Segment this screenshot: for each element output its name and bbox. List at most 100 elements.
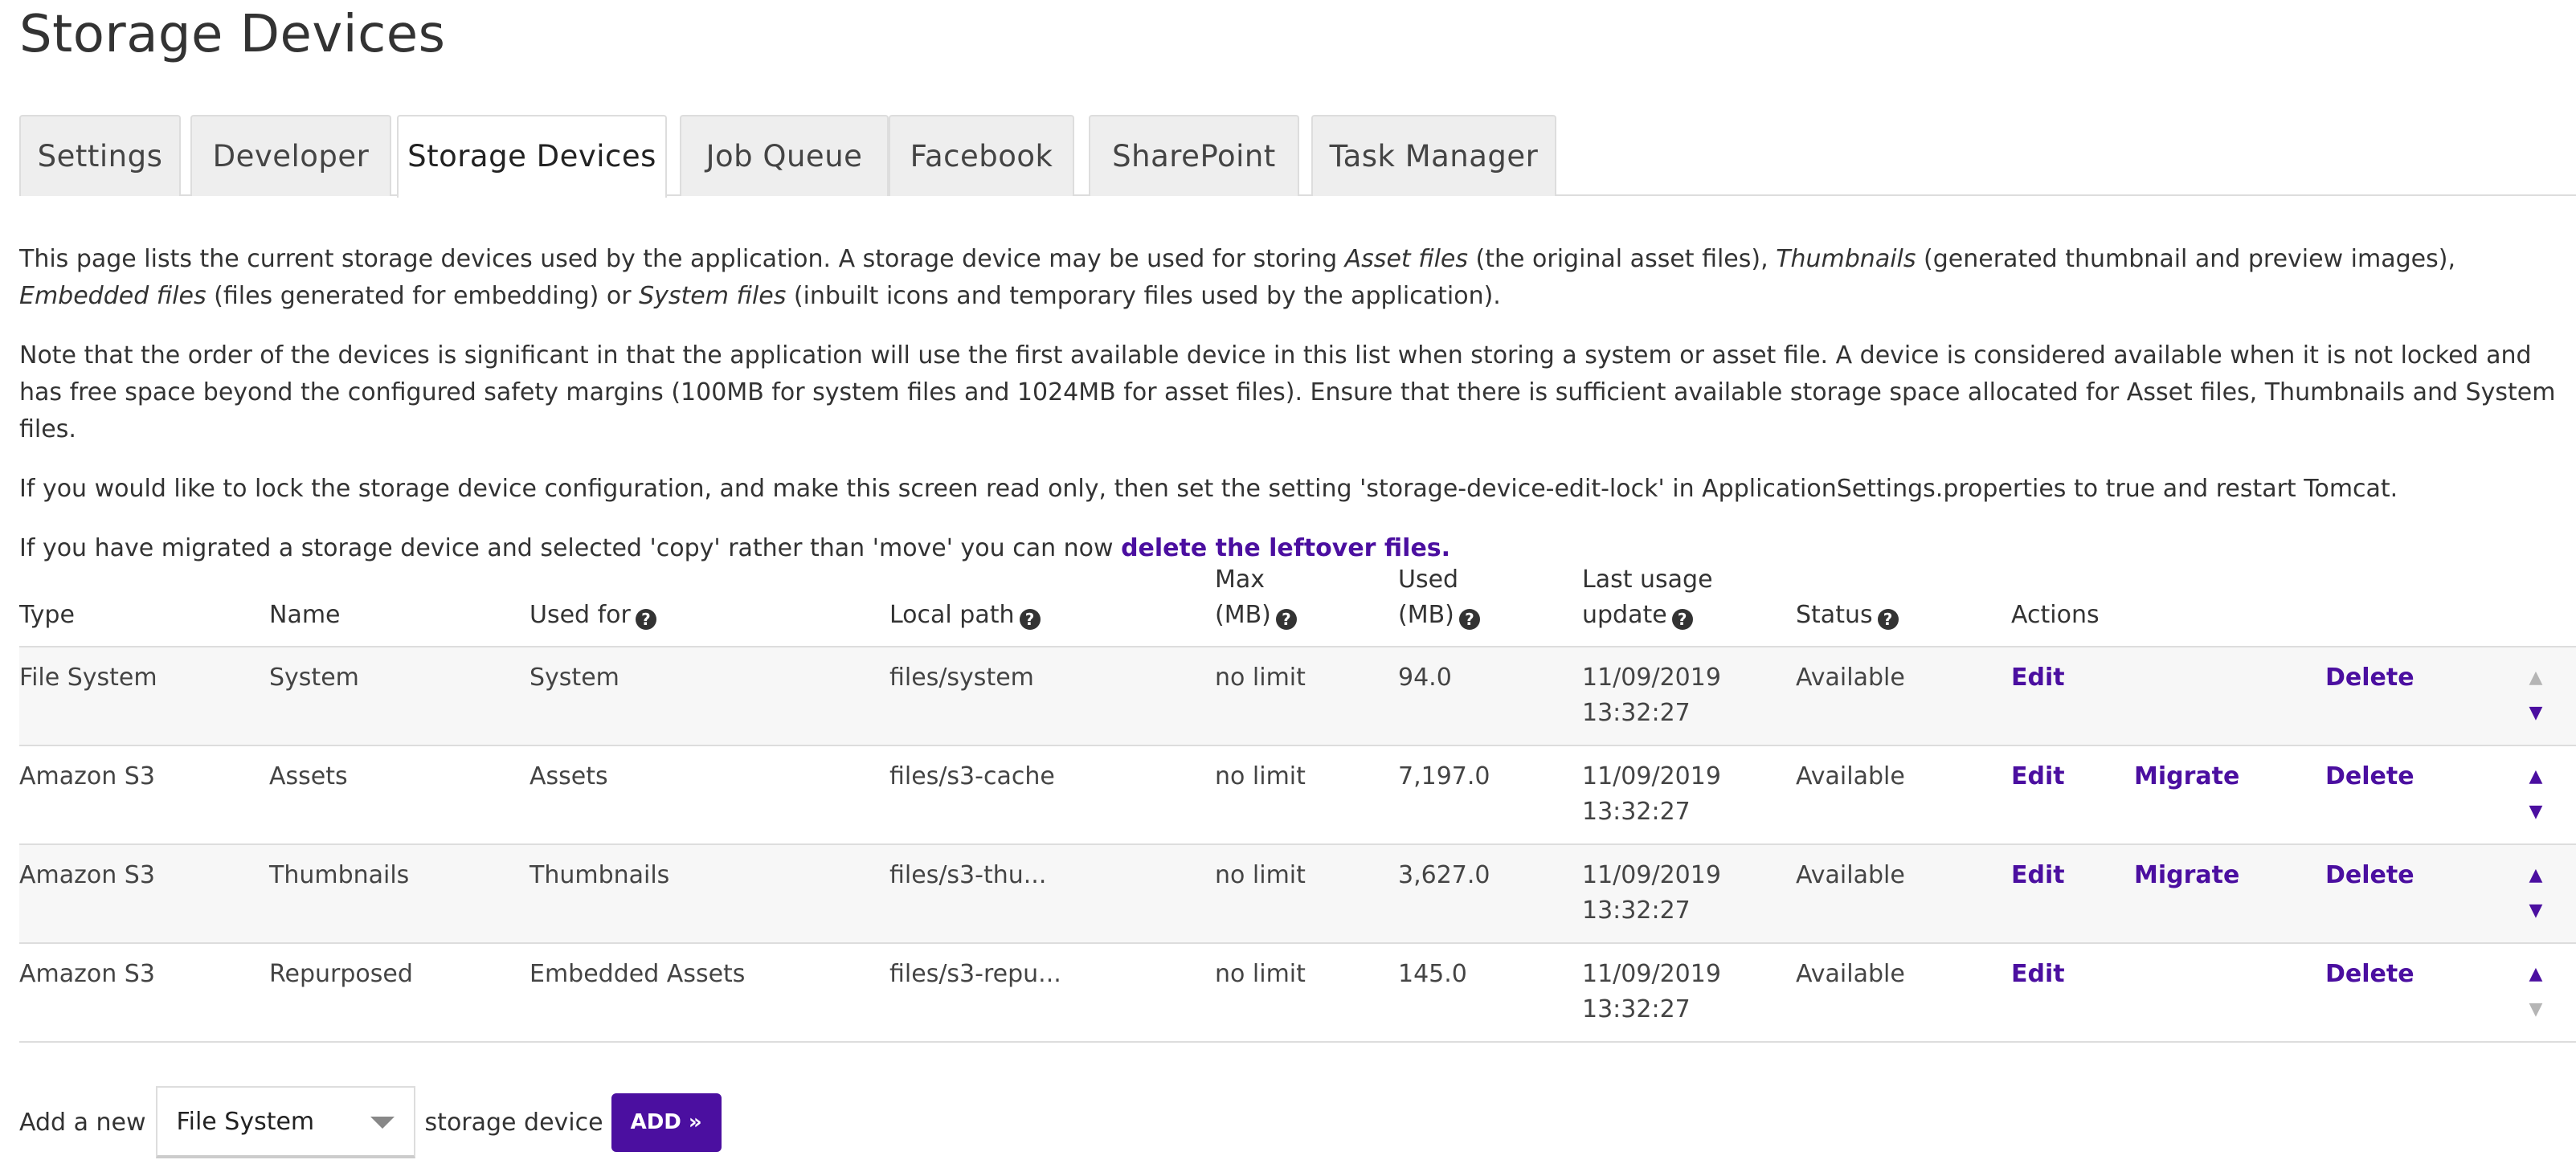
column-header-status: Status? — [1796, 562, 2011, 647]
intro-text-segment: This page lists the current storage devi… — [19, 245, 1345, 273]
edit-button[interactable]: Edit — [2011, 762, 2065, 790]
cell-edit: Edit — [2011, 844, 2134, 944]
cell-delete: Delete — [2325, 844, 2496, 944]
cell-order: ▲ ▼ — [2496, 647, 2576, 746]
cell-edit: Edit — [2011, 647, 2134, 746]
triangle-down-icon: ▼ — [2529, 999, 2543, 1019]
intro-text-segment: (files generated for embedding) or — [206, 282, 640, 310]
cell-local-path: files/s3-thu... — [889, 844, 1215, 944]
intro-text-segment: (the original asset files), — [1468, 245, 1777, 273]
column-header-label: Local path — [889, 601, 1015, 629]
cell-used-mb: 94.0 — [1398, 647, 1582, 746]
tab-job-queue[interactable]: Job Queue — [680, 115, 889, 196]
tab-facebook[interactable]: Facebook — [889, 115, 1074, 196]
last-usage-time: 13:32:27 — [1582, 896, 1691, 925]
cell-name: Repurposed — [269, 943, 530, 1043]
page: Storage Devices Settings Developer Stora… — [0, 0, 2576, 1164]
tab-task-manager[interactable]: Task Manager — [1311, 115, 1556, 196]
column-header-label: Max — [1215, 566, 1266, 594]
column-header-label: (MB) — [1398, 601, 1454, 629]
add-device-button[interactable]: ADD » — [611, 1093, 722, 1152]
question-circle-icon[interactable]: ? — [1458, 609, 1480, 630]
question-circle-icon[interactable]: ? — [1877, 609, 1899, 630]
tab-sharepoint[interactable]: SharePoint — [1089, 115, 1299, 196]
edit-button[interactable]: Edit — [2011, 861, 2065, 889]
cell-used-for: Thumbnails — [530, 844, 889, 944]
last-usage-time: 13:32:27 — [1582, 995, 1691, 1023]
cell-type: Amazon S3 — [19, 943, 269, 1043]
triangle-up-icon[interactable]: ▲ — [2529, 759, 2543, 794]
edit-button[interactable]: Edit — [2011, 960, 2065, 988]
question-circle-icon[interactable]: ? — [635, 609, 656, 630]
cell-status: Available — [1796, 943, 2011, 1043]
column-header-label: Last usage — [1582, 566, 1713, 594]
last-usage-time: 13:32:27 — [1582, 699, 1691, 727]
migrate-button[interactable]: Migrate — [2134, 762, 2239, 790]
cell-max-mb: no limit — [1215, 647, 1398, 746]
cell-order: ▲ ▼ — [2496, 844, 2576, 944]
last-usage-time: 13:32:27 — [1582, 798, 1691, 826]
delete-button[interactable]: Delete — [2325, 762, 2414, 790]
column-header-type: Type — [19, 562, 269, 647]
intro-text-segment: If you have migrated a storage device an… — [19, 534, 1122, 562]
column-header-local-path: Local path? — [889, 562, 1215, 647]
column-header-label: (MB) — [1215, 601, 1271, 629]
cell-local-path: files/system — [889, 647, 1215, 746]
triangle-up-icon: ▲ — [2529, 668, 2543, 688]
triangle-up-icon[interactable]: ▲ — [2529, 957, 2543, 992]
last-usage-date: 11/09/2019 — [1582, 861, 1721, 889]
add-device-prefix: Add a new — [19, 1108, 146, 1137]
cell-migrate — [2134, 647, 2325, 746]
intro-text-segment: (generated thumbnail and preview images)… — [1916, 245, 2455, 273]
tab-settings[interactable]: Settings — [19, 115, 181, 196]
device-type-selected: File System — [176, 1108, 315, 1136]
column-header-label: update — [1582, 601, 1667, 629]
table-row: Amazon S3 Repurposed Embedded Assets fil… — [19, 943, 2576, 1043]
intro-text: This page lists the current storage devi… — [19, 241, 2566, 590]
cell-last-usage: 11/09/2019 13:32:27 — [1582, 943, 1796, 1043]
question-circle-icon[interactable]: ? — [1019, 609, 1041, 630]
table-row: Amazon S3 Assets Assets files/s3-cache n… — [19, 745, 2576, 845]
cell-delete: Delete — [2325, 647, 2496, 746]
tab-developer[interactable]: Developer — [190, 115, 391, 196]
triangle-down-icon[interactable]: ▼ — [2529, 794, 2543, 830]
table-header-row: Type Name Used for? Local path? Max (MB)?… — [19, 562, 2576, 647]
column-header-max-mb: Max (MB)? — [1215, 562, 1398, 647]
cell-migrate: Migrate — [2134, 745, 2325, 845]
cell-status: Available — [1796, 745, 2011, 845]
device-type-select[interactable]: File System — [155, 1086, 415, 1158]
delete-button[interactable]: Delete — [2325, 960, 2414, 988]
triangle-down-icon[interactable]: ▼ — [2529, 893, 2543, 929]
intro-paragraph-2: Note that the order of the devices is si… — [19, 341, 2556, 443]
system-files-term: System files — [639, 282, 787, 310]
question-circle-icon[interactable]: ? — [1275, 609, 1297, 630]
cell-local-path: files/s3-repu... — [889, 943, 1215, 1043]
migrate-button[interactable]: Migrate — [2134, 861, 2239, 889]
delete-leftover-files-link[interactable]: delete the leftover files. — [1121, 534, 1450, 562]
delete-button[interactable]: Delete — [2325, 861, 2414, 889]
column-header-last-usage: Last usage update? — [1582, 562, 1796, 647]
column-header-order — [2496, 562, 2576, 647]
cell-status: Available — [1796, 647, 2011, 746]
column-header-name: Name — [269, 562, 530, 647]
table-row: Amazon S3 Thumbnails Thumbnails files/s3… — [19, 844, 2576, 944]
embedded-files-term: Embedded files — [19, 282, 206, 310]
add-device-row: Add a new File System storage device ADD… — [19, 1086, 722, 1158]
column-header-actions: Actions — [2011, 562, 2496, 647]
column-header-label: Name — [269, 601, 341, 629]
tab-storage-devices[interactable]: Storage Devices — [397, 115, 667, 198]
cell-name: System — [269, 647, 530, 746]
triangle-up-icon[interactable]: ▲ — [2529, 858, 2543, 893]
cell-delete: Delete — [2325, 943, 2496, 1043]
cell-used-for: System — [530, 647, 889, 746]
delete-button[interactable]: Delete — [2325, 664, 2414, 692]
cell-type: Amazon S3 — [19, 745, 269, 845]
triangle-down-icon[interactable]: ▼ — [2529, 696, 2543, 731]
question-circle-icon[interactable]: ? — [1671, 609, 1693, 630]
column-header-label: Used — [1398, 566, 1459, 594]
edit-button[interactable]: Edit — [2011, 664, 2065, 692]
intro-paragraph-1: This page lists the current storage devi… — [19, 241, 2566, 315]
cell-migrate — [2134, 943, 2325, 1043]
cell-used-mb: 145.0 — [1398, 943, 1582, 1043]
cell-used-for: Assets — [530, 745, 889, 845]
